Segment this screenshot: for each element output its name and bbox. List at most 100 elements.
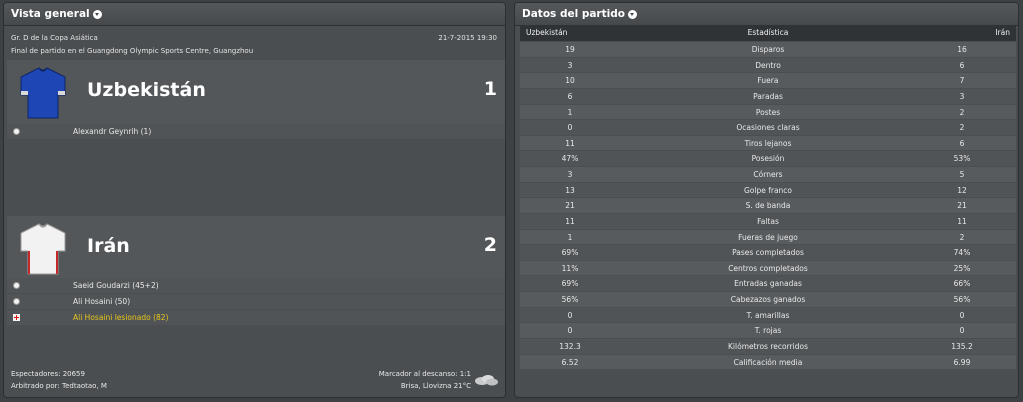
away-stat-value: 5 xyxy=(959,170,965,179)
away-stat-value: 0 xyxy=(959,310,965,320)
stats-column-header: Estadística Uzbekistán Irán xyxy=(520,25,1016,41)
away-stat-value: 135.2 xyxy=(951,341,973,351)
home-event-row: Alexandr Geynrih (1) xyxy=(7,124,505,139)
home-team-score: 1 xyxy=(483,78,497,100)
stats-row: Postes 1 2 xyxy=(520,104,1016,121)
home-stat-value: 47% xyxy=(561,154,579,164)
away-team-name[interactable]: Irán xyxy=(87,235,130,257)
away-stat-value: 7 xyxy=(959,76,965,86)
stats-row: Cabezazos ganados 56% 56% xyxy=(520,292,1016,308)
stats-row: Córners 3 5 xyxy=(520,167,1016,183)
stats-row: S. de banda 21 21 xyxy=(520,198,1016,214)
away-stat-value: 74% xyxy=(953,248,971,258)
home-stat-value: 3 xyxy=(567,170,573,179)
stats-row: Posesión 47% 53% xyxy=(520,151,1016,167)
dropdown-arrow-icon[interactable] xyxy=(627,9,637,19)
injury-icon xyxy=(13,314,20,321)
stats-row: T. amarillas 0 0 xyxy=(520,307,1016,324)
away-stat-value: 53% xyxy=(953,154,971,164)
referee-label[interactable]: Arbitrado por: Tedtaotao, M xyxy=(11,382,107,390)
away-event-row: Ali Hosaini (50) xyxy=(7,294,505,309)
stats-row: Faltas 11 11 xyxy=(520,213,1016,230)
attendance-label: Espectadores: 20659 xyxy=(11,370,85,378)
ball-icon xyxy=(13,298,20,305)
venue-label: Final de partido en el Guangdong Olympic… xyxy=(11,47,254,55)
away-stat-value: 56% xyxy=(953,295,971,304)
home-team-name[interactable]: Uzbekistán xyxy=(87,79,206,101)
away-stat-value: 11 xyxy=(957,216,967,226)
home-stat-value: 19 xyxy=(565,45,575,54)
stat-column-label: Estadística xyxy=(747,28,789,37)
stats-row: Centros completados 11% 25% xyxy=(520,260,1016,277)
ball-icon xyxy=(13,282,20,289)
stats-row: Dentro 3 6 xyxy=(520,57,1016,74)
home-stat-value: 56% xyxy=(561,295,579,304)
stats-row: Entradas ganadas 69% 66% xyxy=(520,276,1016,292)
event-text[interactable]: Saeid Goudarzi (45+2) xyxy=(73,278,159,293)
home-stat-value: 21 xyxy=(565,201,575,211)
home-stat-value: 6 xyxy=(567,91,573,101)
overview-panel: Vista general Gr. D de la Copa Asiática … xyxy=(3,2,506,398)
stats-row: Fueras de juego 1 2 xyxy=(520,229,1016,246)
overview-header[interactable]: Vista general xyxy=(4,3,505,26)
overview-title: Vista general xyxy=(11,8,90,20)
home-shirt-icon xyxy=(20,67,66,119)
home-team-band: Uzbekistán 1 xyxy=(7,60,505,124)
home-stat-value: 69% xyxy=(561,279,579,289)
home-column-label[interactable]: Uzbekistán xyxy=(526,25,567,41)
home-stat-value: 0 xyxy=(567,310,573,320)
away-stat-value: 6.99 xyxy=(953,357,971,367)
away-stat-value: 6 xyxy=(959,138,965,148)
away-stat-value: 66% xyxy=(953,279,971,289)
away-stat-value: 21 xyxy=(957,201,967,211)
stats-table: Disparos 19 16 Dentro 3 6 Fuera 10 7 Paradas 6 3 Pos… xyxy=(520,42,1016,371)
away-shirt-icon xyxy=(20,223,66,275)
away-stat-value: 25% xyxy=(953,263,971,273)
home-stat-value: 132.3 xyxy=(559,341,581,351)
stats-row: Disparos 19 16 xyxy=(520,42,1016,58)
away-team-score: 2 xyxy=(483,234,497,256)
away-event-row: Ali Hosaini lesionado (82) xyxy=(7,310,505,325)
stats-row: Calificación media 6.52 6.99 xyxy=(520,354,1016,371)
home-stat-value: 6.52 xyxy=(561,357,579,367)
stats-row: Tiros lejanos 11 6 xyxy=(520,135,1016,152)
stats-row: Ocasiones claras 0 2 xyxy=(520,120,1016,136)
stats-row: Paradas 6 3 xyxy=(520,88,1016,105)
dropdown-arrow-icon[interactable] xyxy=(92,9,102,19)
home-stat-value: 0 xyxy=(567,326,573,336)
home-stat-value: 1 xyxy=(567,232,573,242)
home-stat-value: 1 xyxy=(567,107,573,117)
away-stat-value: 16 xyxy=(957,45,967,54)
away-stat-value: 0 xyxy=(959,326,965,336)
cloud-icon xyxy=(475,375,498,386)
away-column-label[interactable]: Irán xyxy=(995,25,1010,41)
home-stat-value: 0 xyxy=(567,123,573,133)
away-stat-value: 2 xyxy=(959,107,965,117)
stats-header[interactable]: Datos del partido xyxy=(515,3,1018,26)
ball-icon xyxy=(13,128,20,135)
home-stat-value: 69% xyxy=(561,248,579,258)
stats-row: Fuera 10 7 xyxy=(520,73,1016,89)
away-stat-value: 2 xyxy=(959,123,965,133)
away-team-band: Irán 2 xyxy=(7,216,505,280)
away-event-row: Saeid Goudarzi (45+2) xyxy=(7,278,505,293)
event-text[interactable]: Alexandr Geynrih (1) xyxy=(73,124,151,139)
stats-row: Pases completados 69% 74% xyxy=(520,245,1016,261)
stats-row: T. rojas 0 0 xyxy=(520,323,1016,339)
event-text[interactable]: Ali Hosaini (50) xyxy=(73,294,130,309)
home-stat-value: 11% xyxy=(561,263,579,273)
stats-panel: Datos del partido Estadística Uzbekistán… xyxy=(514,2,1019,398)
stats-row: Kilómetros recorridos 132.3 135.2 xyxy=(520,338,1016,355)
competition-label[interactable]: Gr. D de la Copa Asiática xyxy=(11,34,98,42)
home-stat-value: 13 xyxy=(565,185,575,195)
away-stat-value: 2 xyxy=(959,232,965,242)
halftime-score: Marcador al descanso: 1:1 xyxy=(378,370,471,378)
away-stat-value: 3 xyxy=(959,91,965,101)
stats-title: Datos del partido xyxy=(522,8,625,20)
home-stat-value: 11 xyxy=(565,216,575,226)
event-text[interactable]: Ali Hosaini lesionado (82) xyxy=(73,310,168,325)
away-stat-value: 12 xyxy=(957,185,967,195)
away-stat-value: 6 xyxy=(959,60,965,70)
home-stat-value: 10 xyxy=(565,76,575,86)
stats-row: Golpe franco 13 12 xyxy=(520,182,1016,199)
